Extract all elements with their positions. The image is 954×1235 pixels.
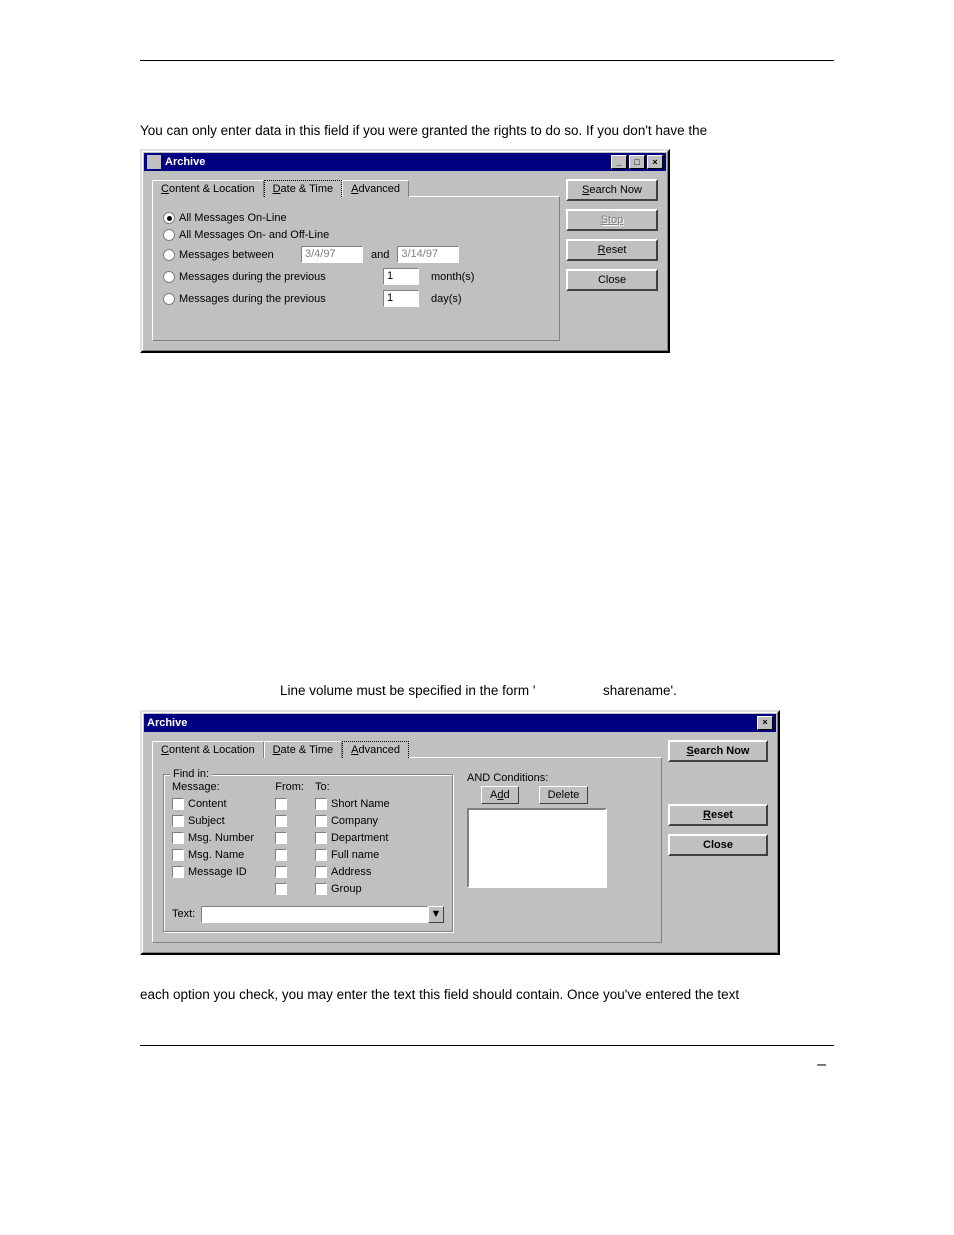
mid-paragraph: Line volume must be specified in the for…	[140, 681, 834, 701]
chk-to-company-label: Company	[331, 815, 378, 827]
radio-between-label: Messages between	[179, 249, 297, 261]
find-in-group: Find in: Message: Content Subject Msg. N…	[163, 774, 453, 932]
close-button[interactable]: Close	[566, 269, 658, 291]
top-rule	[140, 60, 834, 61]
date-from-input[interactable]: 3/4/97	[301, 246, 363, 263]
chk-to-fullname[interactable]	[315, 849, 327, 861]
maximize-button[interactable]: □	[629, 155, 645, 169]
titlebar: Archive _ □ ×	[144, 153, 666, 171]
chk-to-shortname-label: Short Name	[331, 798, 390, 810]
minimize-button[interactable]: _	[611, 155, 627, 169]
radio-all-online-label: All Messages On-Line	[179, 212, 287, 224]
days-unit: day(s)	[431, 293, 462, 305]
reset-button[interactable]: Reset	[566, 239, 658, 261]
conditions-label: AND Conditions:	[467, 772, 637, 784]
col-to-label: To:	[315, 781, 444, 793]
chk-to-fullname-label: Full name	[331, 849, 379, 861]
chk-msg-name-label: Msg. Name	[188, 849, 244, 861]
chk-to-address[interactable]	[315, 866, 327, 878]
months-unit: month(s)	[431, 271, 474, 283]
text-combo[interactable]: ▼	[201, 906, 444, 923]
tab-date-time[interactable]: Date & Time	[264, 741, 343, 758]
tab-advanced[interactable]: Advanced	[342, 741, 409, 758]
chk-to-group[interactable]	[315, 883, 327, 895]
chk-from-2[interactable]	[275, 815, 287, 827]
col-message-label: Message:	[172, 781, 271, 793]
chk-msg-number-label: Msg. Number	[188, 832, 254, 844]
search-now-button[interactable]: Search Now	[668, 740, 768, 762]
chk-msg-number[interactable]	[172, 832, 184, 844]
add-button[interactable]: Add	[481, 786, 519, 804]
chk-to-group-label: Group	[331, 883, 362, 895]
chk-subject-label: Subject	[188, 815, 225, 827]
chk-msg-name[interactable]	[172, 849, 184, 861]
tab-date-time[interactable]: Date & Time	[264, 180, 343, 197]
chk-to-department-label: Department	[331, 832, 388, 844]
radio-prev-days[interactable]	[163, 293, 175, 305]
tab-advanced[interactable]: Advanced	[342, 180, 409, 197]
chk-from-6[interactable]	[275, 883, 287, 895]
text-input[interactable]	[201, 906, 428, 923]
chk-message-id-label: Message ID	[188, 866, 247, 878]
reset-button[interactable]: Reset	[668, 804, 768, 826]
and-label: and	[371, 249, 389, 261]
close-window-button[interactable]: ×	[757, 716, 773, 730]
archive-dialog-advanced: Archive × Content & Location Date & Time…	[140, 710, 780, 955]
app-icon	[147, 155, 161, 169]
date-to-input[interactable]: 3/14/97	[397, 246, 459, 263]
tab-strip: Content & Location Date & Time Advanced	[152, 180, 560, 197]
dropdown-icon[interactable]: ▼	[428, 906, 444, 923]
close-window-button[interactable]: ×	[647, 155, 663, 169]
chk-from-4[interactable]	[275, 849, 287, 861]
archive-dialog-datetime: Archive _ □ × Content & Location Date & …	[140, 149, 670, 353]
chk-message-id[interactable]	[172, 866, 184, 878]
chk-content-label: Content	[188, 798, 227, 810]
window-title: Archive	[165, 156, 205, 168]
radio-all-online[interactable]	[163, 212, 175, 224]
conditions-area: AND Conditions: Add Delete	[467, 768, 637, 932]
search-now-button[interactable]: Search Now	[566, 179, 658, 201]
chk-to-department[interactable]	[315, 832, 327, 844]
months-input[interactable]: 1	[383, 268, 419, 285]
chk-from-1[interactable]	[275, 798, 287, 810]
chk-subject[interactable]	[172, 815, 184, 827]
stop-button[interactable]: Stop	[566, 209, 658, 231]
radio-between[interactable]	[163, 249, 175, 261]
window-title: Archive	[147, 717, 187, 729]
radio-all-on-off[interactable]	[163, 229, 175, 241]
titlebar: Archive ×	[144, 714, 776, 732]
chk-to-address-label: Address	[331, 866, 371, 878]
close-button[interactable]: Close	[668, 834, 768, 856]
chk-to-shortname[interactable]	[315, 798, 327, 810]
bottom-rule	[140, 1045, 834, 1046]
conditions-list[interactable]	[467, 808, 607, 888]
tab-content-location[interactable]: Content & Location	[152, 741, 264, 758]
radio-prev-months-label: Messages during the previous	[179, 271, 379, 283]
chk-to-company[interactable]	[315, 815, 327, 827]
radio-all-on-off-label: All Messages On- and Off-Line	[179, 229, 329, 241]
tab-strip: Content & Location Date & Time Advanced	[152, 741, 662, 758]
chk-from-3[interactable]	[275, 832, 287, 844]
delete-button[interactable]: Delete	[539, 786, 589, 804]
text-label: Text:	[172, 908, 195, 920]
tab-content-location[interactable]: Content & Location	[152, 180, 264, 197]
radio-prev-months[interactable]	[163, 271, 175, 283]
col-from-label: From:	[275, 781, 311, 793]
button-column: Search Now Stop Reset Close	[566, 179, 658, 341]
outro-paragraph: each option you check, you may enter the…	[140, 985, 834, 1005]
tab-panel: All Messages On-Line All Messages On- an…	[152, 196, 560, 341]
button-column: Search Now Reset Close	[668, 740, 768, 943]
find-in-legend: Find in:	[170, 768, 212, 780]
tab-panel: Find in: Message: Content Subject Msg. N…	[152, 757, 662, 943]
chk-from-5[interactable]	[275, 866, 287, 878]
chk-content[interactable]	[172, 798, 184, 810]
page-footer-mark: –	[140, 1056, 834, 1074]
intro-paragraph: You can only enter data in this field if…	[140, 121, 834, 141]
days-input[interactable]: 1	[383, 290, 419, 307]
radio-prev-days-label: Messages during the previous	[179, 293, 379, 305]
